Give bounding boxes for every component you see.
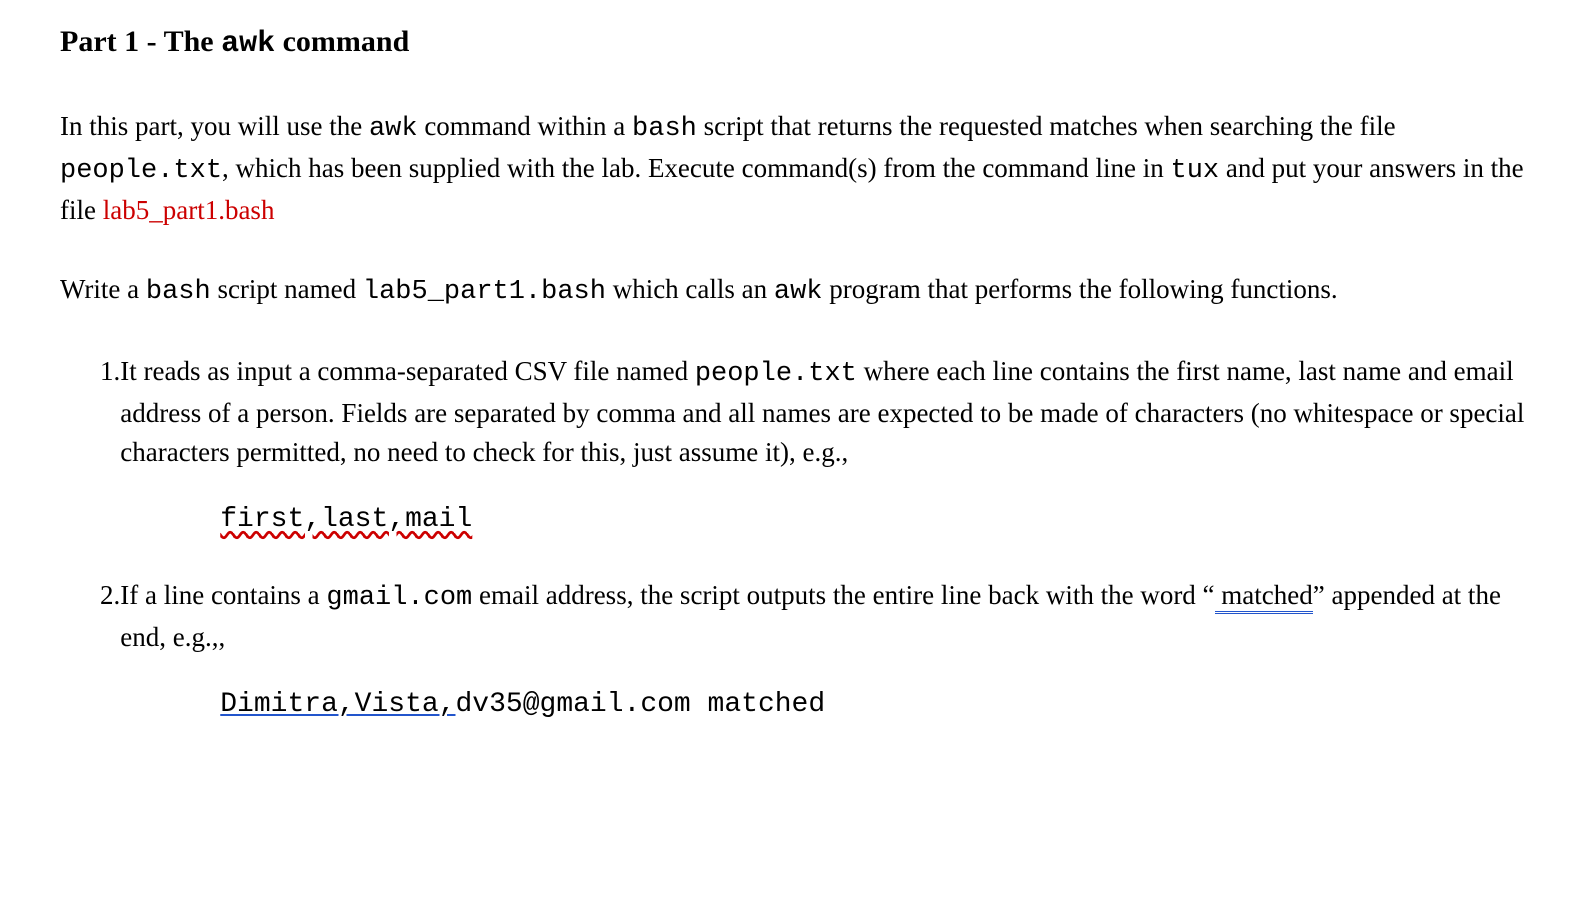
text-fragment: Write a bbox=[60, 274, 146, 304]
code-tux: tux bbox=[1171, 156, 1220, 186]
code-awk: awk bbox=[774, 277, 823, 307]
text-fragment: email address, the script outputs the en… bbox=[472, 580, 1214, 610]
code-gmail: gmail.com bbox=[326, 583, 472, 613]
text-fragment: It reads as input a comma-separated CSV … bbox=[120, 356, 695, 386]
list-item-1: 1. It reads as input a comma-separated C… bbox=[60, 352, 1528, 541]
matched-word: matched bbox=[1215, 580, 1313, 614]
text-fragment: program that performs the following func… bbox=[823, 274, 1338, 304]
list-item-2: 2. If a line contains a gmail.com email … bbox=[60, 576, 1528, 726]
code-wavy: first,last,mail bbox=[220, 504, 472, 535]
text-fragment: which calls an bbox=[606, 274, 774, 304]
code-filename: lab5_part1.bash bbox=[363, 277, 606, 307]
code-awk: awk bbox=[369, 114, 418, 144]
code-bash: bash bbox=[632, 114, 697, 144]
intro-paragraph-1: In this part, you will use the awk comma… bbox=[60, 107, 1528, 230]
code-underlined-part: Dimitra,Vista, bbox=[220, 689, 455, 720]
code-example-2: Dimitra,Vista,dv35@gmail.com matched bbox=[220, 685, 1528, 726]
code-rest-part: dv35@gmail.com matched bbox=[456, 689, 826, 720]
filename-red: lab5_part1.bash bbox=[103, 195, 275, 225]
heading-suffix: command bbox=[275, 25, 409, 58]
list-number: 1. bbox=[60, 352, 120, 541]
intro-paragraph-2: Write a bash script named lab5_part1.bas… bbox=[60, 270, 1528, 312]
heading-prefix: Part 1 - The bbox=[60, 25, 221, 58]
code-bash: bash bbox=[146, 277, 211, 307]
list-content: It reads as input a comma-separated CSV … bbox=[120, 352, 1528, 541]
code-people-txt: people.txt bbox=[60, 156, 222, 186]
text-fragment: In this part, you will use the bbox=[60, 111, 369, 141]
code-people-txt: people.txt bbox=[695, 359, 857, 389]
list-number: 2. bbox=[60, 576, 120, 726]
text-fragment: script that returns the requested matche… bbox=[697, 111, 1396, 141]
text-fragment: command within a bbox=[418, 111, 632, 141]
text-fragment: If a line contains a bbox=[120, 580, 326, 610]
part-heading: Part 1 - The awk command bbox=[60, 20, 1528, 67]
text-fragment: script named bbox=[211, 274, 363, 304]
text-fragment: , which has been supplied with the lab. … bbox=[222, 153, 1171, 183]
list-content: If a line contains a gmail.com email add… bbox=[120, 576, 1528, 726]
heading-command: awk bbox=[221, 27, 275, 61]
code-example-1: first,last,mail bbox=[220, 500, 1528, 541]
